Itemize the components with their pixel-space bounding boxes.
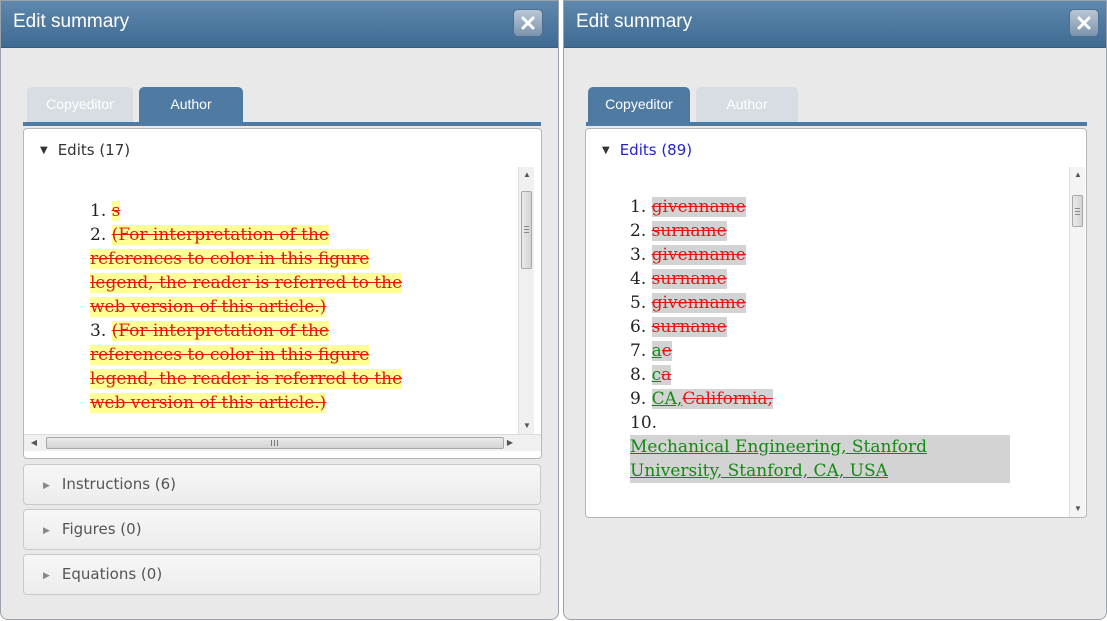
edits-panel: ▼ Edits (17) 1. s 2. (For interpretation …: [23, 128, 542, 459]
triangle-right-icon: ▶: [43, 526, 50, 536]
edits-section-header[interactable]: ▼ Edits (17): [40, 141, 130, 159]
list-item: 1. givenname: [630, 197, 746, 217]
close-x-icon: [1077, 16, 1091, 30]
dialog-titlebar[interactable]: Edit summary: [1, 1, 558, 48]
scroll-up-arrow-icon[interactable]: ▲: [519, 167, 535, 183]
triangle-down-icon: ▼: [602, 145, 610, 156]
edits-list: 1. s 2. (For interpretation of the refer…: [90, 199, 500, 433]
list-item: 8. ca: [630, 365, 672, 385]
list-item: 7. ae: [630, 341, 672, 361]
tab-underline: [23, 122, 541, 126]
scroll-thumb[interactable]: [1072, 195, 1083, 227]
list-item: 2. (For interpretation of the references…: [90, 225, 403, 317]
edits-list: 1. givenname 2. surname 3. givenname 4. …: [630, 195, 1015, 517]
scroll-thumb[interactable]: [521, 191, 532, 269]
tab-bar: Copyeditor Author: [588, 87, 1106, 123]
scroll-right-arrow-icon[interactable]: ▶: [502, 435, 518, 451]
close-button[interactable]: [1069, 9, 1099, 37]
close-button[interactable]: [513, 9, 543, 37]
scroll-left-arrow-icon[interactable]: ◀: [26, 435, 42, 451]
edit-summary-dialog-author: Edit summary Copyeditor Author ▼ Edits (1…: [0, 0, 559, 620]
tab-author[interactable]: Author: [139, 87, 243, 123]
triangle-right-icon: ▶: [43, 481, 50, 491]
instructions-section[interactable]: ▶ Instructions (6): [23, 464, 541, 505]
vertical-scrollbar[interactable]: ▲ ▼: [518, 167, 534, 434]
triangle-right-icon: ▶: [43, 571, 50, 581]
list-item: 6. surname: [630, 317, 727, 337]
list-item: 1. s: [90, 201, 121, 221]
horizontal-scrollbar[interactable]: ◀ ▶: [24, 434, 541, 451]
tab-copyeditor[interactable]: Copyeditor: [27, 87, 133, 123]
edits-section-header[interactable]: ▼ Edits (89): [602, 141, 692, 159]
list-item: 10. Mechanical Engineering, Stanford Uni…: [630, 411, 1015, 483]
list-item: 5. givenname: [630, 293, 746, 313]
scroll-down-arrow-icon[interactable]: ▼: [1070, 501, 1086, 517]
horizontal-scroll-thumb[interactable]: [46, 437, 504, 449]
tab-copyeditor[interactable]: Copyeditor: [588, 87, 690, 123]
dialog-title: Edit summary: [576, 11, 693, 32]
edit-summary-dialog-copyeditor: Edit summary Copyeditor Author ▼ Edits (8…: [563, 0, 1107, 620]
tab-underline: [586, 122, 1087, 126]
dialog-title: Edit summary: [13, 11, 130, 32]
scroll-up-arrow-icon[interactable]: ▲: [1070, 167, 1086, 183]
tab-author[interactable]: Author: [696, 87, 798, 123]
triangle-down-icon: ▼: [40, 145, 48, 156]
scroll-down-arrow-icon[interactable]: ▼: [519, 418, 535, 434]
vertical-scrollbar[interactable]: ▲ ▼: [1069, 167, 1085, 517]
list-item: 3. (For interpretation of the references…: [90, 321, 403, 413]
list-item: 3. givenname: [630, 245, 746, 265]
list-item: 4. surname: [630, 269, 727, 289]
dialog-titlebar[interactable]: Edit summary: [564, 1, 1106, 48]
figures-section[interactable]: ▶ Figures (0): [23, 509, 541, 550]
equations-section[interactable]: ▶ Equations (0): [23, 554, 541, 595]
close-x-icon: [521, 16, 535, 30]
list-item: 2. surname: [630, 221, 727, 241]
edits-panel: ▼ Edits (89) 1. givenname 2. surname 3. g…: [585, 128, 1087, 518]
list-item: 9. CA,California,: [630, 389, 773, 409]
tab-bar: Copyeditor Author: [23, 87, 543, 123]
